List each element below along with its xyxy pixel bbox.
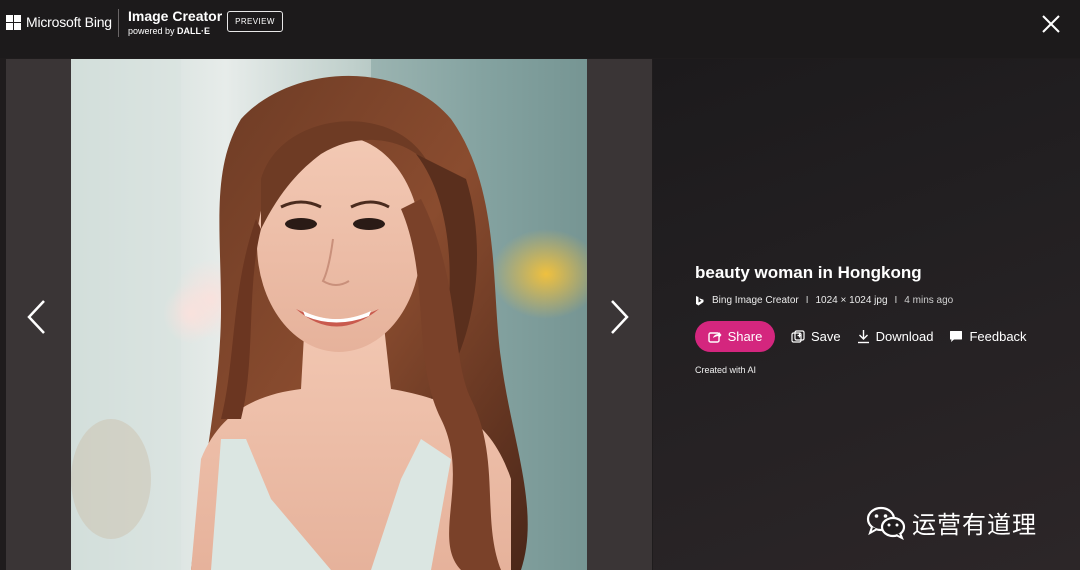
share-button[interactable]: Share [695, 321, 775, 352]
meta-separator: I [894, 295, 898, 306]
created-with-ai-note: Created with AI [695, 365, 757, 375]
image-meta: Bing Image Creator I 1024 × 1024 jpg I 4… [695, 295, 1027, 306]
watermark-text: 运营有道理 [912, 512, 1037, 539]
top-bar: Microsoft Bing Image Creator powered by … [0, 0, 1080, 58]
product-subtitle: powered by DALL·E [128, 25, 222, 37]
image-details-panel: beauty woman in Hongkong Bing Image Crea… [653, 59, 1080, 570]
image-viewer [6, 59, 652, 570]
brand-divider [118, 9, 119, 37]
meta-separator: I [805, 295, 809, 306]
download-button[interactable]: Download [857, 329, 934, 344]
product-title: Image Creator [128, 8, 223, 24]
brand-name: Microsoft Bing [26, 14, 112, 30]
feedback-icon [950, 331, 963, 342]
wechat-watermark: 运营有道理 [866, 505, 1037, 540]
save-button[interactable]: Save [791, 329, 841, 344]
feedback-button[interactable]: Feedback [949, 329, 1027, 344]
chevron-right-icon[interactable] [610, 299, 630, 335]
dimensions-label: 1024 × 1024 jpg [815, 295, 888, 306]
save-label: Save [811, 329, 841, 344]
generated-image [71, 59, 587, 570]
share-label: Share [727, 329, 763, 344]
product-sub-engine: DALL·E [177, 26, 211, 36]
save-icon [791, 330, 805, 343]
timestamp-label: 4 mins ago [904, 295, 954, 306]
wechat-icon [866, 506, 906, 540]
image-info: beauty woman in Hongkong Bing Image Crea… [695, 263, 1027, 375]
bing-logo-icon [696, 295, 704, 305]
microsoft-bing-brand[interactable]: Microsoft Bing [6, 14, 112, 30]
windows-logo-icon [6, 14, 21, 30]
close-icon[interactable] [1040, 13, 1062, 35]
download-label: Download [875, 329, 934, 344]
image-creator-title[interactable]: Image Creator powered by DALL·E [128, 9, 222, 37]
share-icon [707, 331, 722, 343]
feedback-label: Feedback [969, 329, 1027, 344]
download-icon [857, 330, 869, 344]
chevron-left-icon[interactable] [26, 299, 46, 335]
action-bar: Share Save Download Feedback [695, 321, 1027, 352]
preview-badge: PREVIEW [227, 11, 283, 32]
product-sub-prefix: powered by [128, 26, 175, 36]
image-title: beauty woman in Hongkong [695, 263, 922, 282]
source-label[interactable]: Bing Image Creator [712, 295, 799, 306]
